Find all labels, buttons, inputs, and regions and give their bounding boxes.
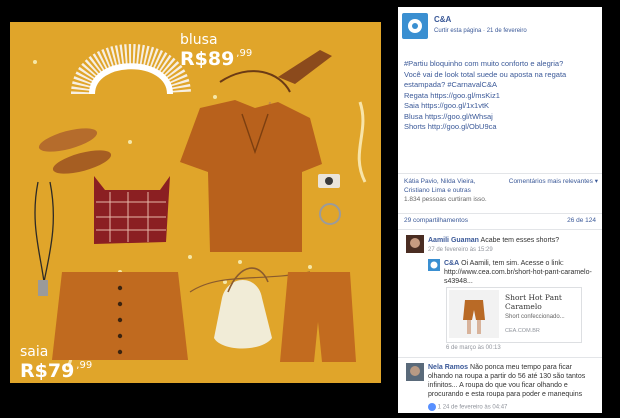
post-line: estampada? #CarnavalC&A <box>404 80 497 89</box>
post-header: C&A Curtir esta página · 21 de fevereiro <box>402 13 598 39</box>
skirt-price-tag: saia R$79,99 <box>20 344 92 382</box>
like-reaction-icon <box>428 403 436 411</box>
page-name-link[interactable]: C&A <box>434 15 451 24</box>
comment-author[interactable]: Nela Ramos <box>428 364 468 371</box>
link-title-line: Caramelo <box>505 302 542 311</box>
reply-text: Oi Aamili, tem sim. Acesse o link: http:… <box>444 260 592 285</box>
shares-count[interactable]: 29 compartilhamentos <box>404 217 468 224</box>
post-text: #Partiu bloquinho com muito conforto e a… <box>404 59 598 133</box>
logo-dot-icon <box>412 23 418 29</box>
link-domain: CEA.COM.BR <box>505 328 540 334</box>
comment-time[interactable]: 27 de fevereiro às 15:29 <box>428 247 493 253</box>
comment-body: Aamili Guaman Acabe tem esses shorts? <box>428 236 596 245</box>
divider <box>398 357 602 358</box>
page-logo[interactable] <box>402 13 428 39</box>
link-title: Short Hot Pant Caramelo <box>505 293 562 311</box>
divider <box>398 229 602 230</box>
like-page-link[interactable]: Curtir esta página <box>434 28 481 34</box>
post-link-shorts[interactable]: Shorts http://goo.gl/ObU9ca <box>404 122 598 133</box>
avatar[interactable] <box>428 259 440 271</box>
likes-line: 1.834 pessoas curtiram isso. <box>404 196 487 203</box>
post-side-panel: C&A Curtir esta página · 21 de fevereiro… <box>398 7 602 413</box>
comment-meta-row: 1 24 de fevereiro às 04:47 <box>428 403 507 411</box>
comment-text: Acabe tem esses shorts? <box>480 237 560 244</box>
blouse-price-cents: ,99 <box>236 48 253 59</box>
post-link-saia[interactable]: Saia https://goo.gl/1x1vtK <box>404 101 598 112</box>
divider <box>398 213 602 214</box>
post-date[interactable]: 21 de fevereiro <box>487 28 527 34</box>
link-title-line: Short Hot Pant <box>505 293 562 302</box>
link-preview-card[interactable]: Short Hot Pant Caramelo Short confeccion… <box>446 287 582 343</box>
comment-like-count[interactable]: 1 <box>438 405 441 411</box>
outfit-flatlay-illustration <box>10 22 381 383</box>
comment-body: Nela Ramos Não ponca meu tempo para fica… <box>428 363 596 399</box>
comment-author[interactable]: Aamili Guaman <box>428 237 479 244</box>
skirt-price: R$79 <box>20 360 75 382</box>
post-line: Você vai de look total suede ou aposta n… <box>404 69 567 79</box>
blouse-label: blusa <box>180 32 218 48</box>
relevant-comments-dropdown[interactable]: Comentários mais relevantes ▾ <box>509 177 598 185</box>
divider <box>398 173 602 174</box>
skirt-price-cents: ,99 <box>76 360 93 371</box>
likes-line: Cristiano Lima e outras <box>404 187 471 194</box>
post-line: #Partiu bloquinho com muito conforto e a… <box>404 59 564 68</box>
skirt-label: saia <box>20 344 49 360</box>
reply-time[interactable]: 6 de março às 00:13 <box>446 345 501 351</box>
link-description: Short confeccionado... <box>505 314 565 320</box>
post-link-regata[interactable]: Regata https://goo.gl/msKiz1 <box>404 91 598 102</box>
reply-author[interactable]: C&A <box>444 260 459 267</box>
comment-time[interactable]: 24 de fevereiro às 04:47 <box>443 405 508 411</box>
post-link-blusa[interactable]: Blusa https://goo.gl/tWhsaj <box>404 112 598 123</box>
avatar[interactable] <box>406 363 424 381</box>
post-meta: Curtir esta página · 21 de fevereiro <box>434 28 527 34</box>
comments-count[interactable]: 26 de 124 <box>567 217 596 224</box>
blouse-price: R$89 <box>180 48 235 70</box>
reply-body: C&A Oi Aamili, tem sim. Acesse o link: h… <box>444 259 596 286</box>
avatar[interactable] <box>406 235 424 253</box>
blouse-price-tag: blusa R$89,99 <box>180 32 252 70</box>
product-photo[interactable]: blusa R$89,99 saia R$79,99 <box>10 22 381 383</box>
product-thumbnail <box>449 290 499 338</box>
